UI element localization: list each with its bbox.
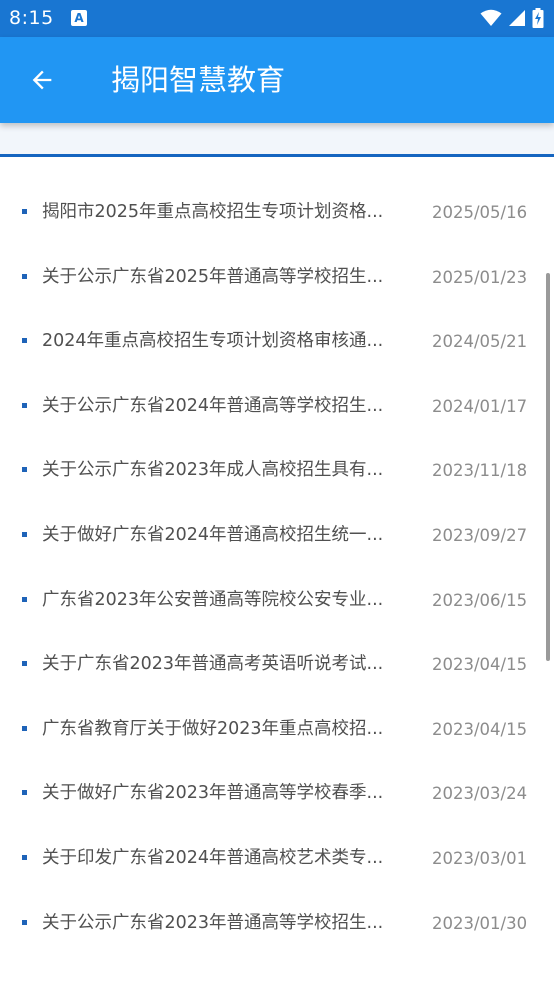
- notification-a-icon: A: [71, 10, 87, 26]
- news-title: 关于做好广东省2024年普通高校招生统一...: [42, 524, 384, 545]
- news-list-item[interactable]: 关于做好广东省2024年普通高校招生统一... 2023/09/27: [0, 503, 554, 568]
- news-date: 2023/03/01: [432, 848, 528, 868]
- news-date: 2025/05/16: [432, 203, 528, 222]
- news-list-item[interactable]: 2024年重点高校招生专项计划资格审核通... 2024/05/21: [0, 309, 554, 374]
- news-date: 2025/01/23: [432, 267, 528, 287]
- status-icons: [480, 7, 544, 29]
- bullet-icon: [22, 209, 27, 214]
- bullet-icon: [22, 854, 27, 860]
- news-title: 关于广东省2023年普通高考英语听说考试...: [42, 654, 384, 675]
- bullet-icon: [22, 790, 27, 796]
- news-date: 2023/01/30: [432, 913, 528, 933]
- scrollbar[interactable]: [546, 273, 550, 661]
- news-title: 关于公示广东省2024年普通高等学校招生...: [42, 395, 384, 416]
- news-title: 广东省2023年公安普通高等院校公安专业...: [42, 589, 384, 610]
- news-date: 2023/09/27: [432, 525, 528, 545]
- news-list-item[interactable]: 关于印发广东省2024年普通高校艺术类专... 2023/03/01: [0, 826, 554, 891]
- bullet-icon: [22, 725, 27, 731]
- page-title: 揭阳智慧教育: [111, 63, 286, 97]
- news-date: 2024/05/21: [432, 332, 528, 352]
- news-title: 揭阳市2025年重点高校招生专项计划资格...: [42, 202, 384, 222]
- news-list-item[interactable]: 关于公示广东省2025年普通高等学校招生... 2025/01/23: [0, 245, 554, 310]
- news-title: 关于公示广东省2023年普通高等学校招生...: [42, 912, 384, 933]
- bullet-icon: [22, 467, 27, 473]
- bullet-icon: [22, 596, 27, 602]
- news-date: 2023/06/15: [432, 590, 528, 610]
- cell-signal-icon: [509, 10, 525, 26]
- app-bar: 揭阳智慧教育: [0, 37, 554, 123]
- news-list-item[interactable]: 广东省教育厅关于做好2023年重点高校招... 2023/04/15: [0, 697, 554, 762]
- news-title: 关于公示广东省2025年普通高等学校招生...: [42, 266, 384, 287]
- news-title: 广东省教育厅关于做好2023年重点高校招...: [42, 718, 384, 739]
- news-list-item[interactable]: 广东省2023年公安普通高等院校公安专业... 2023/06/15: [0, 568, 554, 633]
- news-title: 关于公示广东省2023年成人高校招生具有...: [42, 460, 384, 481]
- bullet-icon: [22, 531, 27, 537]
- news-list-item[interactable]: 关于公示广东省2024年普通高等学校招生... 2024/01/17: [0, 374, 554, 439]
- back-button[interactable]: [14, 52, 70, 108]
- bullet-icon: [22, 273, 27, 279]
- news-list-item[interactable]: 关于公示广东省2023年普通高等学校招生... 2023/01/30: [0, 891, 554, 956]
- bullet-icon: [22, 402, 27, 408]
- news-date: 2023/03/24: [432, 784, 528, 804]
- news-list-item[interactable]: 揭阳市2025年重点高校招生专项计划资格... 2025/05/16: [0, 180, 554, 245]
- battery-charging-icon: [532, 8, 544, 28]
- news-list: 揭阳市2025年重点高校招生专项计划资格... 2025/05/16 关于公示广…: [0, 180, 554, 955]
- news-list-item[interactable]: 关于做好广东省2023年普通高等学校春季... 2023/03/24: [0, 761, 554, 826]
- news-title: 2024年重点高校招生专项计划资格审核通...: [42, 331, 384, 352]
- subheader-bar: [0, 123, 554, 157]
- news-date: 2024/01/17: [432, 396, 528, 416]
- status-bar: 8:15 A: [0, 0, 554, 37]
- news-date: 2023/04/15: [432, 655, 528, 675]
- bullet-icon: [22, 338, 27, 344]
- wifi-icon: [480, 9, 502, 26]
- bullet-icon: [22, 661, 27, 667]
- news-date: 2023/11/18: [432, 461, 528, 481]
- arrow-left-icon: [32, 70, 52, 90]
- news-list-item[interactable]: 关于广东省2023年普通高考英语听说考试... 2023/04/15: [0, 632, 554, 697]
- bullet-icon: [22, 919, 27, 925]
- news-date: 2023/04/15: [432, 719, 528, 739]
- news-title: 关于做好广东省2023年普通高等学校春季...: [42, 783, 384, 804]
- news-list-item[interactable]: 关于公示广东省2023年成人高校招生具有... 2023/11/18: [0, 438, 554, 503]
- news-title: 关于印发广东省2024年普通高校艺术类专...: [42, 847, 384, 868]
- status-time: 8:15: [9, 7, 54, 29]
